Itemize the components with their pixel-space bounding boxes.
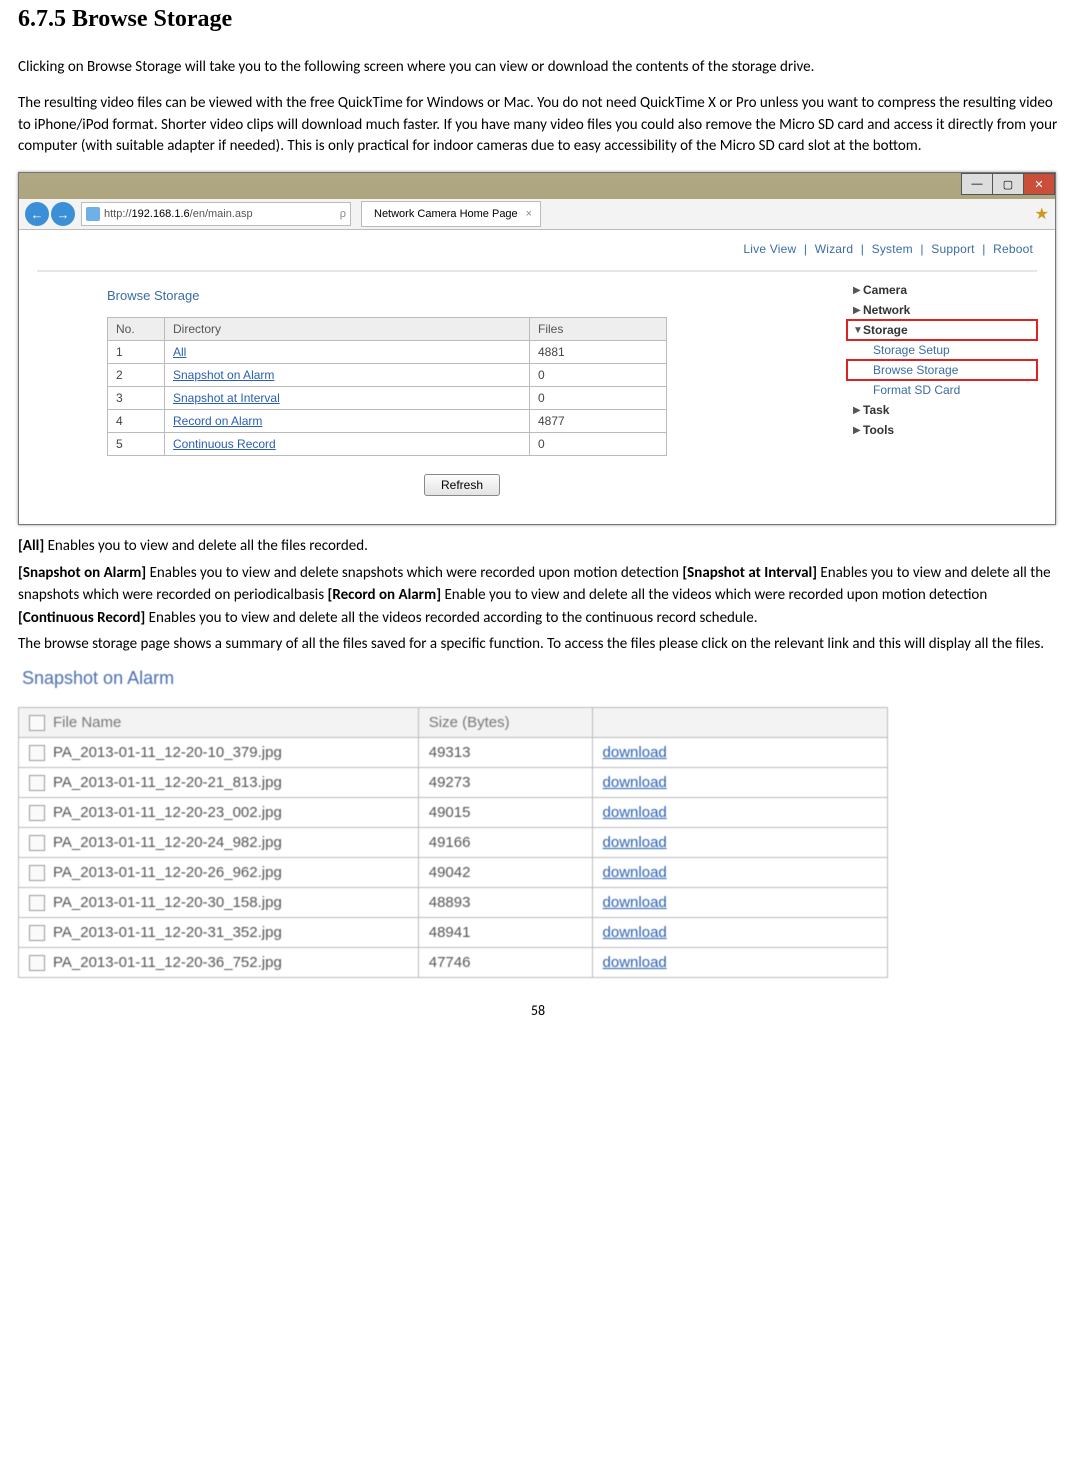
col-download — [592, 707, 887, 737]
dir-link-all[interactable]: All — [173, 345, 186, 359]
row-checkbox[interactable] — [29, 895, 45, 911]
download-link[interactable]: download — [603, 894, 667, 911]
browser-window-screenshot: — ▢ ✕ ← → http:// 192.168.1.6 /en/main.a… — [18, 172, 1056, 525]
favorites-icon[interactable]: ★ — [1035, 204, 1049, 224]
browser-tab[interactable]: Network Camera Home Page × — [361, 201, 541, 227]
tab-close-icon[interactable]: × — [526, 208, 532, 220]
sidebar-sub-storage-setup[interactable]: Storage Setup — [847, 340, 1037, 360]
description-block: [All] Enables you to view and delete all… — [18, 535, 1058, 656]
sidebar-item-storage[interactable]: ▼Storage — [847, 320, 1037, 340]
download-link[interactable]: download — [603, 744, 667, 761]
col-files: Files — [530, 318, 667, 341]
row-checkbox[interactable] — [29, 925, 45, 941]
download-link[interactable]: download — [603, 864, 667, 881]
row-checkbox[interactable] — [29, 805, 45, 821]
file-row: PA_2013-01-11_12-20-21_813.jpg49273downl… — [19, 767, 888, 797]
table-row: 5 Continuous Record 0 — [108, 433, 667, 456]
topnav-reboot[interactable]: Reboot — [993, 242, 1033, 256]
table-row: 3 Snapshot at Interval 0 — [108, 387, 667, 410]
nav-forward-button[interactable]: → — [51, 202, 75, 226]
col-size: Size (Bytes) — [418, 707, 592, 737]
address-bar[interactable]: http:// 192.168.1.6 /en/main.asp ρ — [81, 202, 351, 226]
table-row: 2 Snapshot on Alarm 0 — [108, 364, 667, 387]
sidebar-sub-browse-storage[interactable]: Browse Storage — [847, 360, 1037, 380]
label-all: [All] — [18, 537, 48, 555]
row-checkbox[interactable] — [29, 745, 45, 761]
download-link[interactable]: download — [603, 954, 667, 971]
table-row: 1 All 4881 — [108, 341, 667, 364]
panel-title: Browse Storage — [107, 288, 817, 303]
col-filename: File Name — [53, 714, 121, 731]
dir-link-snap-alarm[interactable]: Snapshot on Alarm — [173, 368, 274, 382]
sidebar-sub-format-sd[interactable]: Format SD Card — [847, 380, 1037, 400]
directory-table: No. Directory Files 1 All 4881 2 Snapsho… — [107, 317, 667, 456]
select-all-checkbox[interactable] — [29, 715, 45, 731]
url-path: /en/main.asp — [190, 208, 253, 220]
dir-link-continuous[interactable]: Continuous Record — [173, 437, 276, 451]
intro-paragraph-2: The resulting video files can be viewed … — [18, 93, 1058, 158]
file-row: PA_2013-01-11_12-20-26_962.jpg49042downl… — [19, 857, 888, 887]
row-checkbox[interactable] — [29, 775, 45, 791]
intro-paragraph-1: Clicking on Browse Storage will take you… — [18, 57, 1058, 79]
section-heading: 6.7.5 Browse Storage — [18, 6, 1058, 33]
topnav-system[interactable]: System — [872, 242, 913, 256]
snapshot-panel-title: Snapshot on Alarm — [22, 668, 888, 689]
file-row: PA_2013-01-11_12-20-10_379.jpg49313downl… — [19, 737, 888, 767]
window-close-button[interactable]: ✕ — [1023, 173, 1055, 195]
label-record-on-alarm: [Record on Alarm] — [327, 586, 444, 604]
table-row: 4 Record on Alarm 4877 — [108, 410, 667, 433]
label-continuous-record: [Continuous Record] — [18, 609, 149, 627]
row-checkbox[interactable] — [29, 835, 45, 851]
summary-paragraph: The browse storage page shows a summary … — [18, 633, 1058, 656]
window-maximize-button[interactable]: ▢ — [992, 173, 1024, 195]
refresh-button[interactable]: Refresh — [424, 474, 500, 496]
dir-link-record-alarm[interactable]: Record on Alarm — [173, 414, 262, 428]
topnav-liveview[interactable]: Live View — [743, 242, 796, 256]
row-checkbox[interactable] — [29, 955, 45, 971]
file-row: PA_2013-01-11_12-20-23_002.jpg49015downl… — [19, 797, 888, 827]
col-no: No. — [108, 318, 165, 341]
col-directory: Directory — [165, 318, 530, 341]
sidebar-item-tools[interactable]: ▶Tools — [847, 420, 1037, 440]
row-checkbox[interactable] — [29, 865, 45, 881]
label-snapshot-at-interval: [Snapshot at Interval] — [682, 564, 820, 582]
sidebar-item-task[interactable]: ▶Task — [847, 400, 1037, 420]
sidebar-item-network[interactable]: ▶Network — [847, 300, 1037, 320]
sidebar-item-camera[interactable]: ▶Camera — [847, 280, 1037, 300]
window-minimize-button[interactable]: — — [961, 173, 993, 195]
download-link[interactable]: download — [603, 924, 667, 941]
ie-icon — [86, 207, 100, 221]
url-host: 192.168.1.6 — [132, 208, 190, 220]
file-row: PA_2013-01-11_12-20-30_158.jpg48893downl… — [19, 887, 888, 917]
download-link[interactable]: download — [603, 834, 667, 851]
url-prefix: http:// — [104, 208, 132, 220]
file-table: File Name Size (Bytes) PA_2013-01-11_12-… — [18, 707, 888, 978]
page-number: 58 — [18, 1002, 1058, 1019]
search-glyph: ρ — [340, 208, 346, 220]
file-row: PA_2013-01-11_12-20-31_352.jpg48941downl… — [19, 917, 888, 947]
file-row: PA_2013-01-11_12-20-24_982.jpg49166downl… — [19, 827, 888, 857]
camera-sidebar: ▶Camera ▶Network ▼Storage Storage Setup … — [847, 272, 1037, 506]
snapshot-file-list-screenshot: Snapshot on Alarm File Name Size (Bytes)… — [18, 668, 888, 978]
file-row: PA_2013-01-11_12-20-36_752.jpg47746downl… — [19, 947, 888, 977]
nav-back-button[interactable]: ← — [25, 202, 49, 226]
topnav-support[interactable]: Support — [931, 242, 974, 256]
dir-link-snap-interval[interactable]: Snapshot at Interval — [173, 391, 280, 405]
topnav-wizard[interactable]: Wizard — [815, 242, 854, 256]
tab-title: Network Camera Home Page — [374, 208, 518, 220]
label-snapshot-on-alarm: [Snapshot on Alarm] — [18, 564, 150, 582]
download-link[interactable]: download — [603, 774, 667, 791]
camera-top-nav: Live View | Wizard | System | Support | … — [37, 234, 1037, 272]
download-link[interactable]: download — [603, 804, 667, 821]
